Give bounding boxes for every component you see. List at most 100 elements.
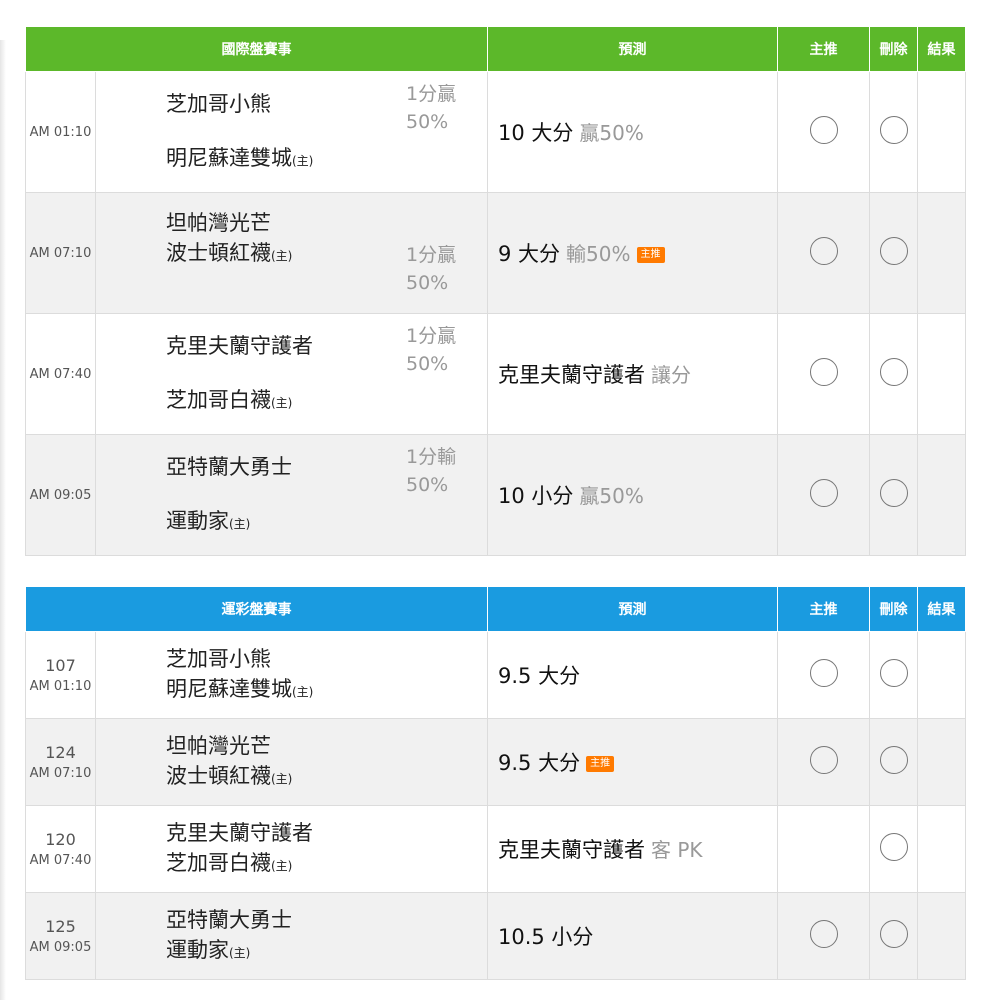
matchup: 芝加哥小熊 1分贏50% 明尼蘇達雙城(主) [95,71,488,193]
delete-header: 刪除 [869,586,918,632]
main-pick-cell [777,892,870,980]
delete-cell [869,892,918,980]
intl-header: 國際盤賽事 [25,26,488,72]
intl-games-table: 國際盤賽事 預測 主推 刪除 結果 AM 01:10 芝加哥小熊 1分贏50% … [25,26,966,556]
lottery-games-table: 運彩盤賽事 預測 主推 刪除 結果 107 AM 01:10 芝加哥小熊 明尼蘇達… [25,586,966,980]
main-pick-cell [777,805,870,893]
main-pick-cell [777,631,870,719]
away-team: 亞特蘭大勇士 [166,907,292,932]
table-row: AM 09:05 亞特蘭大勇士 1分輸50% 運動家(主) 10 小分 贏50% [25,434,966,556]
matchup: 坦帕灣光芒 波士頓紅襪(主) 1分贏50% [95,192,488,314]
result-cell [917,718,966,806]
matchup: 坦帕灣光芒 波士頓紅襪(主) [95,718,488,806]
delete-cell [869,434,918,556]
spread-result: 1分贏50% [406,244,457,294]
game-time: AM 07:40 [25,313,96,435]
table-row: AM 07:40 克里夫蘭守護者 1分贏50% 芝加哥白襪(主) 克里夫蘭守護者… [25,313,966,435]
home-team: 明尼蘇達雙城(主) [166,145,314,170]
lottery-header: 運彩盤賽事 [25,586,488,632]
delete-radio[interactable] [879,358,908,386]
home-team: 芝加哥白襪(主) [166,850,293,875]
result-header: 結果 [917,586,966,632]
main-pick-radio[interactable] [809,920,838,948]
delete-radio[interactable] [879,833,908,861]
delete-cell [869,805,918,893]
main-pick-cell [777,313,870,435]
main-pick-header: 主推 [777,26,870,72]
main-pick-radio[interactable] [809,237,838,265]
main-pick-badge: 主推 [586,756,615,772]
prediction-header: 預測 [487,586,778,632]
result-cell [917,192,966,314]
game-time: AM 01:10 [25,71,96,193]
result-cell [917,71,966,193]
main-pick-cell [777,718,870,806]
main-pick-radio[interactable] [809,479,838,507]
prediction: 10.5 小分 [487,892,778,980]
matchup: 亞特蘭大勇士 運動家(主) [95,892,488,980]
main-pick-cell [777,71,870,193]
delete-cell [869,313,918,435]
delete-radio[interactable] [879,116,908,144]
main-pick-badge: 主推 [636,247,665,263]
spread-result: 1分贏50% [406,83,457,133]
prediction: 克里夫蘭守護者客 PK [487,805,778,893]
main-pick-radio[interactable] [809,358,838,386]
table-row: AM 07:10 坦帕灣光芒 波士頓紅襪(主) 1分贏50% 9 大分 輸50% 主… [25,192,966,314]
main-pick-cell [777,434,870,556]
game-code-time: 107 AM 01:10 [25,631,96,719]
delete-cell [869,718,918,806]
game-time: AM 09:05 [25,434,96,556]
away-team: 克里夫蘭守護者 [166,820,313,845]
result-header: 結果 [917,26,966,72]
table-row: 124 AM 07:10 坦帕灣光芒 波士頓紅襪(主) 9.5 大分 主推 [25,718,966,806]
delete-radio[interactable] [879,237,908,265]
prediction: 10 大分 贏50% [487,71,778,193]
spread-result: 1分贏50% [406,325,457,375]
table-row: 120 AM 07:40 克里夫蘭守護者 芝加哥白襪(主) 克里夫蘭守護者客 PK [25,805,966,893]
matchup: 克里夫蘭守護者 1分贏50% 芝加哥白襪(主) [95,313,488,435]
prediction: 9 大分 輸50% 主推 [487,192,778,314]
matchup: 亞特蘭大勇士 1分輸50% 運動家(主) [95,434,488,556]
home-team: 運動家(主) [166,508,251,533]
away-team: 坦帕灣光芒 [166,210,271,235]
game-time: AM 07:10 [25,192,96,314]
main-pick-radio[interactable] [809,659,838,687]
matchup: 芝加哥小熊 明尼蘇達雙城(主) [95,631,488,719]
away-team: 芝加哥小熊 [166,646,271,671]
delete-radio[interactable] [879,659,908,687]
result-cell [917,805,966,893]
game-code-time: 125 AM 09:05 [25,892,96,980]
delete-radio[interactable] [879,920,908,948]
prediction: 9.5 大分 主推 [487,718,778,806]
home-team: 芝加哥白襪(主) [166,387,293,412]
delete-radio[interactable] [879,746,908,774]
delete-cell [869,71,918,193]
result-cell [917,434,966,556]
result-cell [917,892,966,980]
home-team: 波士頓紅襪(主) [166,763,293,788]
away-team: 坦帕灣光芒 [166,733,271,758]
panel-edge-shadow [0,40,6,1000]
game-code-time: 120 AM 07:40 [25,805,96,893]
main-pick-header: 主推 [777,586,870,632]
prediction: 10 小分 贏50% [487,434,778,556]
home-team: 運動家(主) [166,937,251,962]
table-row: AM 01:10 芝加哥小熊 1分贏50% 明尼蘇達雙城(主) 10 大分 贏50… [25,71,966,193]
matchup: 克里夫蘭守護者 芝加哥白襪(主) [95,805,488,893]
game-code-time: 124 AM 07:10 [25,718,96,806]
main-pick-cell [777,192,870,314]
delete-cell [869,192,918,314]
prediction: 克里夫蘭守護者 讓分 [487,313,778,435]
delete-header: 刪除 [869,26,918,72]
main-pick-radio[interactable] [809,116,838,144]
table-row: 125 AM 09:05 亞特蘭大勇士 運動家(主) 10.5 小分 [25,892,966,980]
table-row: 107 AM 01:10 芝加哥小熊 明尼蘇達雙城(主) 9.5 大分 [25,631,966,719]
main-pick-radio[interactable] [809,746,838,774]
home-team: 明尼蘇達雙城(主) [166,676,314,701]
delete-cell [869,631,918,719]
spread-result: 1分輸50% [406,446,457,496]
delete-radio[interactable] [879,479,908,507]
prediction: 9.5 大分 [487,631,778,719]
result-cell [917,313,966,435]
